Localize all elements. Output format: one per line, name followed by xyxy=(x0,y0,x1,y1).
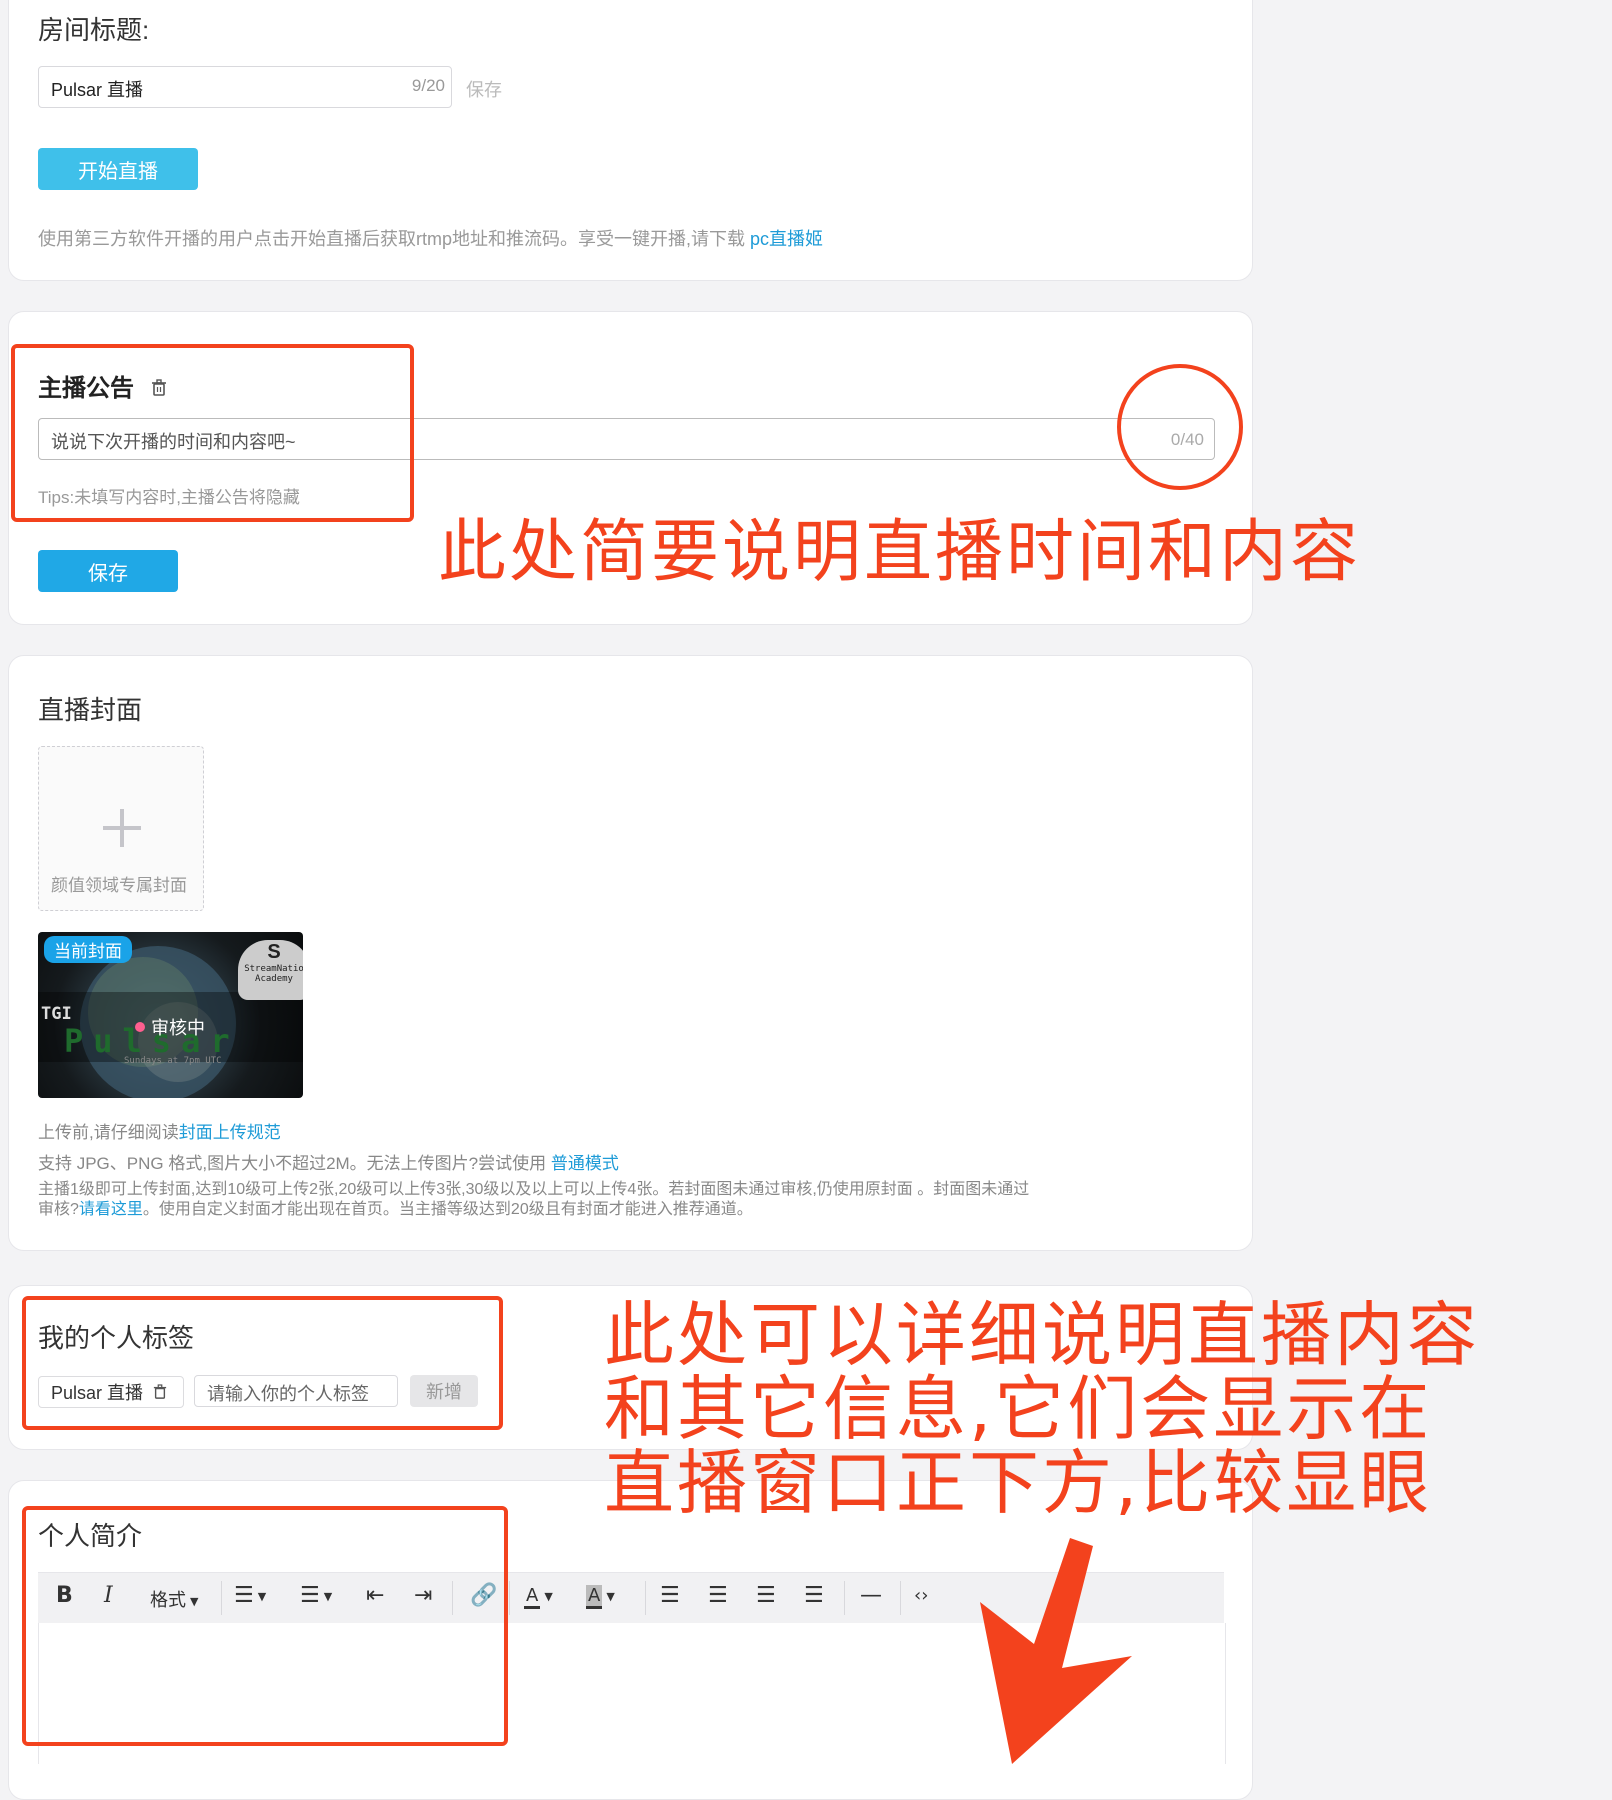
plus-icon xyxy=(103,809,141,847)
toolbar-separator xyxy=(645,1581,646,1615)
cover-upload-box[interactable]: 颜值领域专属封面 xyxy=(38,746,204,911)
normal-mode-link[interactable]: 普通模式 xyxy=(551,1154,619,1173)
text-color-button[interactable]: A ▼ xyxy=(524,1585,553,1609)
pc-streamer-link[interactable]: pc直播姬 xyxy=(750,229,823,249)
cover-info-3: 主播1级即可上传封面,达到10级可上传2张,20级可以上传3张,30级以及以上可… xyxy=(38,1180,1233,1220)
cover-info-2: 支持 JPG、PNG 格式,图片大小不超过2M。无法上传图片?尝试使用 普通模式 xyxy=(38,1149,619,1174)
room-title-label: 房间标题: xyxy=(38,15,150,45)
toolbar-separator xyxy=(509,1581,510,1615)
align-justify-icon[interactable]: ☰ xyxy=(804,1583,824,1608)
room-title-count: 9/20 xyxy=(411,76,445,95)
cover-info-2-text: 支持 JPG、PNG 格式,图片大小不超过2M。无法上传图片?尝试使用 xyxy=(38,1154,551,1173)
stream-logo-line2: Academy xyxy=(255,974,293,984)
current-cover-badge: 当前封面 xyxy=(44,936,132,963)
bg-color-button[interactable]: A ▼ xyxy=(586,1585,615,1609)
annotation-note-2-line3: 直播窗口正下方,比较显眼 xyxy=(604,1442,1433,1524)
cover-info-1: 上传前,请仔细阅读封面上传规范 xyxy=(38,1118,281,1143)
cover-rules-link[interactable]: 封面上传规范 xyxy=(179,1123,281,1142)
stream-logo-line1: StreamNatio xyxy=(244,964,303,974)
thumb-sub-text: Sundays at 7pm UTC xyxy=(124,1056,222,1066)
review-status-text: 审核中 xyxy=(151,1018,205,1038)
cover-upload-label: 颜值领域专属封面 xyxy=(51,876,187,895)
cover-info-3-text-c: 。使用自定义封面才能出现在首页。当主播等级达到20级且有封面才能进入推荐通道。 xyxy=(142,1201,753,1218)
align-center-icon[interactable]: ☰ xyxy=(708,1583,728,1608)
room-title-value: Pulsar 直播 xyxy=(51,80,144,100)
align-right-icon[interactable]: ☰ xyxy=(756,1583,776,1608)
code-icon[interactable]: ‹› xyxy=(914,1585,928,1606)
cover-info-3-text-a: 主播1级即可上传封面,达到10级可上传2张,20级可以上传3张,30级以及以上可… xyxy=(38,1181,1030,1198)
arrow-icon xyxy=(980,1538,1132,1764)
cover-info-3-text-b: 审核? xyxy=(38,1201,79,1218)
room-title-input[interactable]: Pulsar 直播 9/20 xyxy=(38,66,452,108)
bio-highlight-box xyxy=(22,1506,508,1746)
announcement-highlight-box xyxy=(11,344,414,522)
horizontal-rule-icon[interactable]: — xyxy=(860,1583,882,1608)
thumb-tgi-text: TGI xyxy=(41,1004,72,1024)
bg-color-label: A xyxy=(586,1585,603,1609)
cover-heading: 直播封面 xyxy=(38,695,143,725)
annotation-note-1: 此处简要说明直播时间和内容 xyxy=(438,513,1362,592)
stream-logo: S StreamNatio Academy xyxy=(238,940,303,1000)
counter-highlight-circle xyxy=(1117,364,1243,490)
start-live-button[interactable]: 开始直播 xyxy=(38,148,198,190)
room-hint: 使用第三方软件开播的用户点击开始直播后获取rtmp地址和推流码。享受一键开播,请… xyxy=(38,225,823,251)
current-cover-thumbnail[interactable]: 当前封面 S StreamNatio Academy TGI Pulsar Su… xyxy=(38,932,303,1098)
annotation-note-2-line2: 和其它信息,它们会显示在 xyxy=(604,1368,1433,1450)
toolbar-separator xyxy=(900,1581,901,1615)
text-color-label: A xyxy=(524,1585,541,1609)
toolbar-separator xyxy=(844,1581,845,1615)
annotation-note-2-line1: 此处可以详细说明直播内容 xyxy=(604,1294,1480,1376)
align-left-icon[interactable]: ☰ xyxy=(660,1583,680,1608)
see-here-link[interactable]: 请看这里 xyxy=(79,1201,143,1218)
cover-info-1-text: 上传前,请仔细阅读 xyxy=(38,1123,179,1142)
announcement-save-button[interactable]: 保存 xyxy=(38,550,178,592)
room-title-save-link[interactable]: 保存 xyxy=(466,76,502,102)
review-status-dot xyxy=(135,1022,145,1032)
review-status: 审核中 xyxy=(135,1014,205,1040)
room-hint-text: 使用第三方软件开播的用户点击开始直播后获取rtmp地址和推流码。享受一键开播,请… xyxy=(38,229,750,249)
tags-highlight-box xyxy=(22,1296,503,1430)
